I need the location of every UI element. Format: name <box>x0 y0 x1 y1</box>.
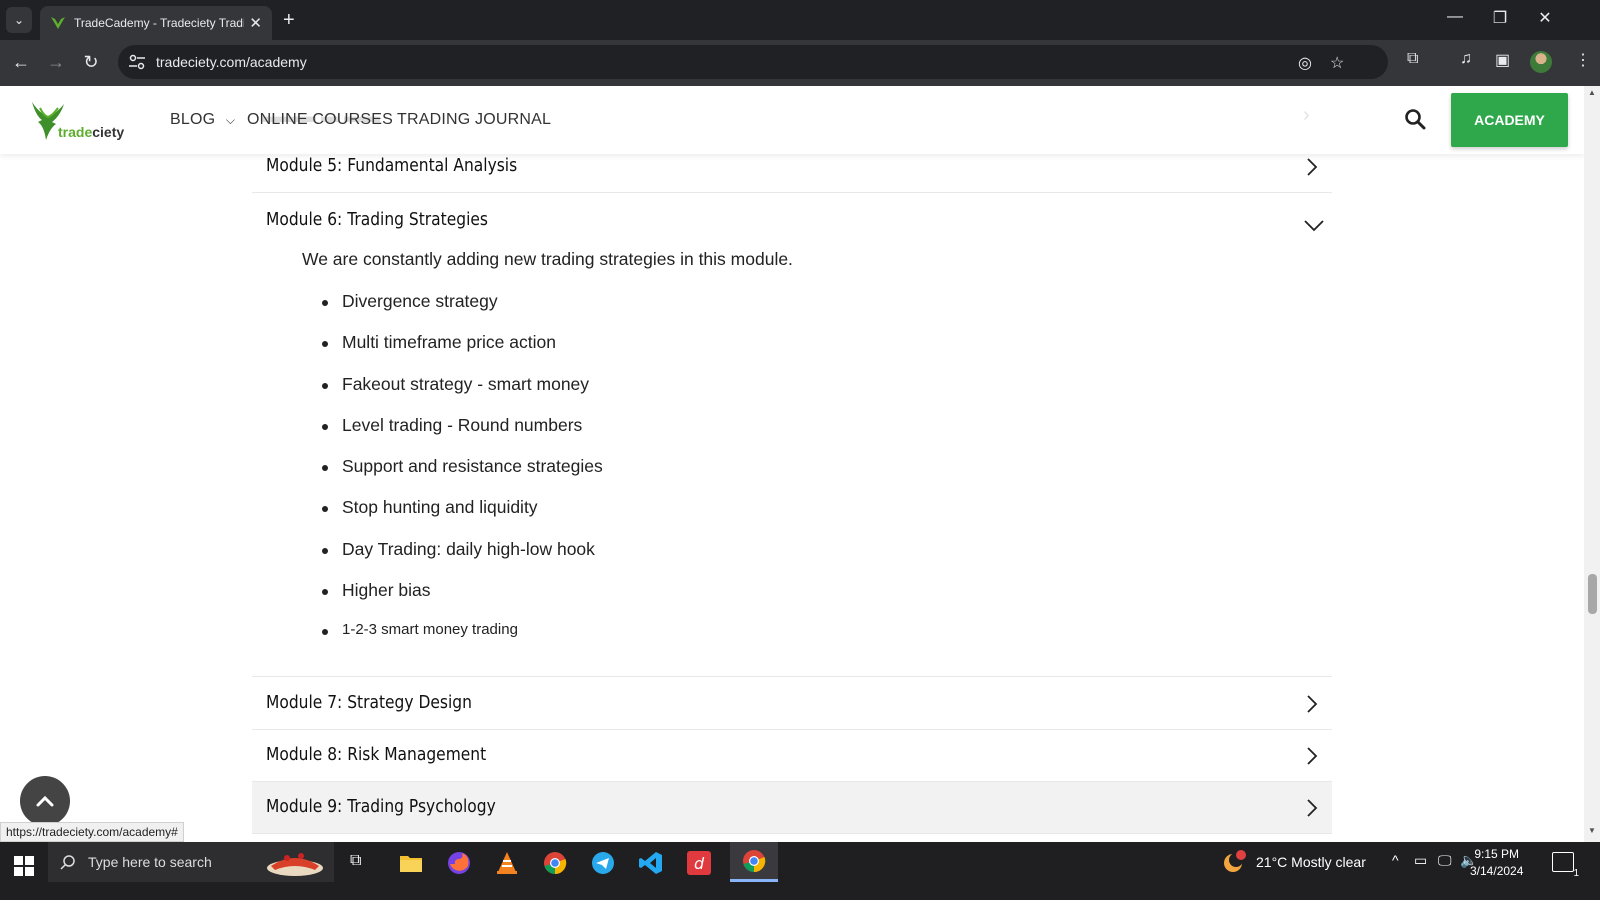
eye-off-icon[interactable]: ◎ <box>1298 53 1312 73</box>
list-item: Higher bias <box>302 580 603 621</box>
accordion-module-6-expanded: Module 6: Trading Strategies We are cons… <box>252 193 1332 677</box>
extensions-icon[interactable]: ⧉ <box>1407 50 1418 68</box>
side-panel-icon[interactable]: ▣ <box>1495 50 1510 70</box>
list-item: Multi timeframe price action <box>302 332 603 373</box>
profile-avatar[interactable] <box>1530 51 1552 73</box>
tab-search-button[interactable]: ⌄ <box>6 7 32 33</box>
module-7-title: Module 7: Strategy Design <box>266 692 472 713</box>
chrome-icon[interactable] <box>542 850 568 876</box>
vscode-icon[interactable] <box>638 850 664 876</box>
bookmark-star-icon[interactable]: ☆ <box>1330 53 1344 73</box>
file-explorer-icon[interactable] <box>398 850 424 876</box>
restore-icon[interactable]: ❐ <box>1488 8 1512 28</box>
search-icon <box>60 855 75 870</box>
scroll-up-icon[interactable]: ▲ <box>1584 88 1600 102</box>
pie-day-icon <box>267 853 323 876</box>
new-tab-button[interactable]: + <box>283 8 295 32</box>
forward-icon[interactable]: → <box>45 52 67 73</box>
telegram-icon[interactable] <box>590 850 616 876</box>
tradeciety-favicon <box>51 17 65 29</box>
accordion-module-7[interactable]: Module 7: Strategy Design <box>252 678 1332 730</box>
module-6-intro: We are constantly adding new trading str… <box>302 249 793 269</box>
scroll-down-icon[interactable]: ▼ <box>1584 826 1600 840</box>
chevron-right-icon <box>1307 799 1318 817</box>
minimize-icon[interactable]: — <box>1443 8 1467 26</box>
nav-online-courses[interactable]: ONLINE COURSES <box>247 111 393 129</box>
notification-count: 1 <box>1573 868 1579 879</box>
list-item: Level trading - Round numbers <box>302 415 603 456</box>
reload-icon[interactable]: ↻ <box>80 52 102 73</box>
close-tab-icon[interactable]: ✕ <box>249 14 262 32</box>
link-status-bar: https://tradeciety.com/academy# <box>0 822 184 842</box>
battery-icon[interactable]: ▭ <box>1414 852 1427 869</box>
list-item: Divergence strategy <box>302 291 603 332</box>
taskbar-clock[interactable]: 9:15 PM 3/14/2024 <box>1470 846 1523 880</box>
page-scrollbar[interactable]: ▲ ▼ <box>1584 86 1600 842</box>
windows-taskbar: Type here to search ⧉ d 21°C Mostly clea… <box>0 842 1600 900</box>
module-5-title: Module 5: Fundamental Analysis <box>266 155 518 176</box>
academy-button[interactable]: ACADEMY <box>1451 93 1568 147</box>
ghost-chevron-icon: › <box>1303 104 1310 126</box>
chevron-right-icon <box>1307 158 1318 176</box>
strategy-list: Divergence strategy Multi timeframe pric… <box>302 291 603 663</box>
chevron-down-icon[interactable] <box>1302 213 1326 237</box>
deezer-d-icon[interactable]: d <box>686 850 712 876</box>
address-bar[interactable]: tradeciety.com/academy ◎ ☆ <box>118 45 1388 79</box>
chevron-right-icon <box>1307 695 1318 713</box>
weather-text[interactable]: 21°C Mostly clear <box>1256 854 1366 870</box>
menu-icon[interactable]: ⋮ <box>1575 50 1591 70</box>
media-control-icon[interactable]: ♫ <box>1460 50 1472 68</box>
module-8-title: Module 8: Risk Management <box>266 744 487 765</box>
browser-toolbar: ← → ↻ tradeciety.com/academy ◎ ☆ ⧉ ♫ ▣ ⋮ <box>0 40 1600 86</box>
url-text: tradeciety.com/academy <box>156 54 307 70</box>
nav-blog-label: BLOG <box>170 111 216 128</box>
tray-overflow-icon[interactable]: ^ <box>1392 852 1399 868</box>
browser-tab[interactable]: TradeCademy - Tradeciety Tradi ✕ <box>40 6 272 40</box>
search-icon[interactable] <box>1404 108 1426 130</box>
vlc-icon[interactable] <box>494 850 520 876</box>
site-header: tradeciety ▬▬▬ ▬ ▬▬ › BLOG ⌵ ONLINE COUR… <box>0 86 1584 154</box>
svg-text:d: d <box>694 854 705 873</box>
network-icon[interactable]: 🖵 <box>1438 852 1452 869</box>
tab-title: TradeCademy - Tradeciety Tradi <box>74 16 244 30</box>
clock-date: 3/14/2024 <box>1470 864 1524 878</box>
site-info-icon[interactable] <box>128 54 146 70</box>
chevron-right-icon <box>1307 747 1318 765</box>
chevron-up-icon <box>36 795 54 807</box>
list-item: Day Trading: daily high-low hook <box>302 539 603 580</box>
chrome-icon <box>743 850 766 873</box>
clock-time: 9:15 PM <box>1474 847 1520 861</box>
browser-tab-bar: ⌄ TradeCademy - Tradeciety Tradi ✕ + — ❐… <box>0 0 1600 40</box>
windows-start-icon[interactable] <box>14 856 34 876</box>
window-close-icon[interactable]: ✕ <box>1533 8 1557 28</box>
back-to-top-button[interactable] <box>20 776 70 826</box>
list-item: Fakeout strategy - smart money <box>302 374 603 415</box>
nav-trading-journal[interactable]: TRADING JOURNAL <box>397 111 551 129</box>
notification-center-icon[interactable]: 1 <box>1552 852 1579 879</box>
nav-blog[interactable]: BLOG ⌵ <box>170 111 235 129</box>
list-item: Support and resistance strategies <box>302 456 603 497</box>
page-viewport: tradeciety ▬▬▬ ▬ ▬▬ › BLOG ⌵ ONLINE COUR… <box>0 86 1584 842</box>
scrollbar-thumb[interactable] <box>1588 574 1597 614</box>
module-6-title[interactable]: Module 6: Trading Strategies <box>266 209 488 230</box>
accordion-module-9[interactable]: Module 9: Trading Psychology <box>252 782 1332 834</box>
back-icon[interactable]: ← <box>10 52 32 73</box>
accordion-module-8[interactable]: Module 8: Risk Management <box>252 730 1332 782</box>
list-item: Stop hunting and liquidity <box>302 497 603 538</box>
list-item: 1-2-3 smart money trading <box>302 621 603 662</box>
logo-text-dark: ciety <box>92 124 125 140</box>
task-view-icon[interactable]: ⧉ <box>350 852 361 870</box>
chevron-down-icon: ⌵ <box>225 113 236 127</box>
logo-text-green: trade <box>58 124 93 140</box>
weather-moon-icon[interactable] <box>1222 850 1248 874</box>
logo-wordmark: tradeciety <box>58 124 124 140</box>
taskbar-search-placeholder: Type here to search <box>88 854 212 870</box>
module-9-title: Module 9: Trading Psychology <box>266 796 496 817</box>
firefox-icon[interactable] <box>446 850 472 876</box>
taskbar-active-app[interactable] <box>730 842 778 882</box>
